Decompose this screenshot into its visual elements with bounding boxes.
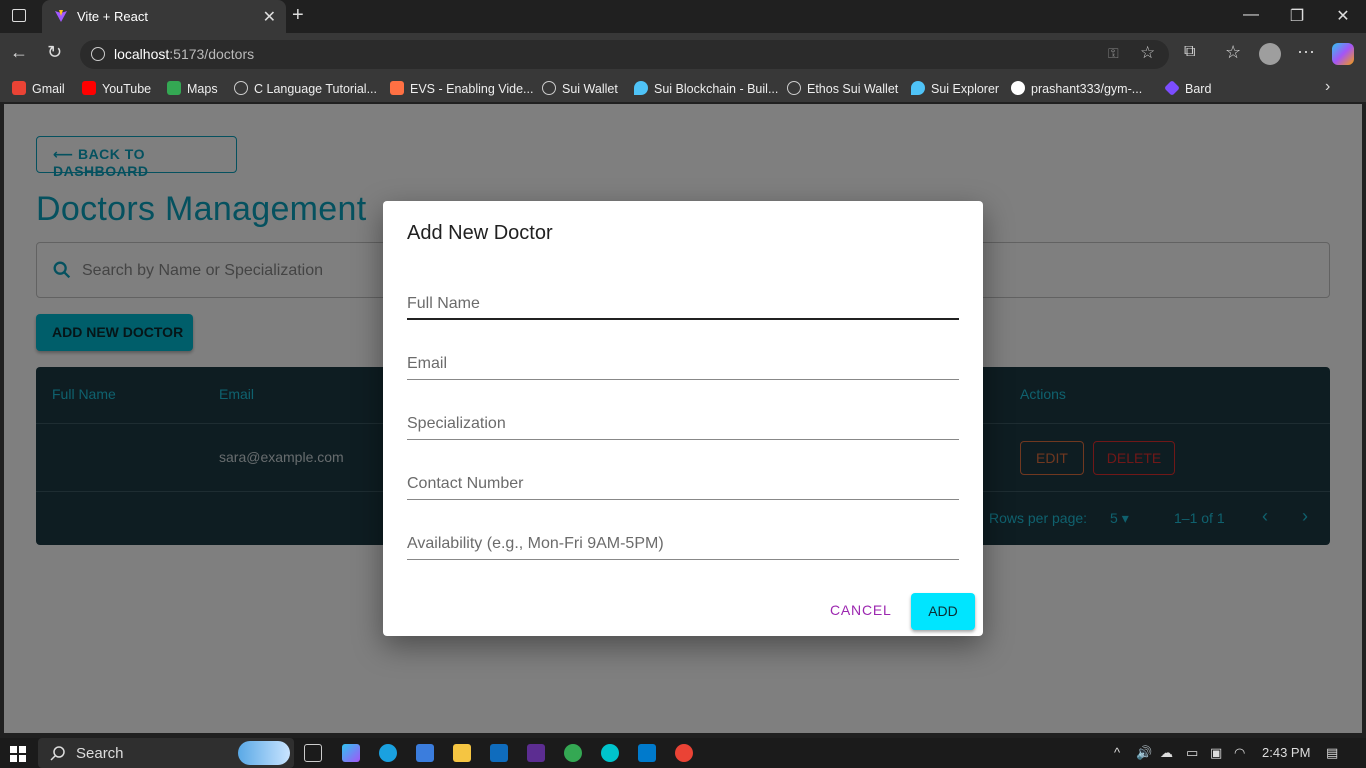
field-label: Contact Number xyxy=(407,475,524,492)
gmail-icon xyxy=(12,81,26,95)
github-icon xyxy=(1011,81,1025,95)
dolphin-image xyxy=(238,741,290,765)
bookmark-label: EVS - Enabling Vide... xyxy=(410,82,534,96)
file-explorer-icon[interactable] xyxy=(453,744,471,762)
back-icon[interactable]: ← xyxy=(10,42,28,63)
extensions-icon[interactable]: ⧉ xyxy=(1184,43,1195,61)
bard-sparkle-icon xyxy=(1164,80,1180,96)
key-icon[interactable]: ⚿ xyxy=(1108,45,1119,62)
more-menu-icon[interactable]: ··· xyxy=(1297,41,1315,62)
copilot-taskbar-icon[interactable] xyxy=(342,744,360,762)
search-icon xyxy=(50,746,65,761)
bookmark-label: Gmail xyxy=(32,82,65,96)
email-field[interactable]: Email xyxy=(407,348,959,380)
bookmarks-bar: Gmail YouTube Maps C Language Tutorial..… xyxy=(0,75,1366,102)
bookmark-label: Sui Wallet xyxy=(562,82,618,96)
bookmark-label: Ethos Sui Wallet xyxy=(807,82,899,96)
chrome-icon[interactable] xyxy=(564,744,582,762)
windows-start-icon[interactable] xyxy=(10,746,26,762)
bookmark-label: C Language Tutorial... xyxy=(254,82,377,96)
chrome-alt-icon[interactable] xyxy=(675,744,693,762)
bookmark-evs[interactable]: EVS - Enabling Vide... xyxy=(390,81,533,96)
profile-avatar[interactable] xyxy=(1259,43,1281,65)
new-tab-icon[interactable]: + xyxy=(292,4,304,27)
add-doctor-dialog: Add New Doctor Full Name Email Specializ… xyxy=(383,201,983,636)
bookmark-sui-wallet[interactable]: Sui Wallet xyxy=(542,81,618,96)
field-label: Email xyxy=(407,355,448,372)
tab-title: Vite + React xyxy=(77,9,148,24)
maps-icon xyxy=(167,81,181,95)
sui-drop-icon xyxy=(911,81,925,95)
dialog-title: Add New Doctor xyxy=(407,222,553,244)
star-icon[interactable]: ☆ xyxy=(1140,43,1155,63)
close-tab-icon[interactable]: ✕ xyxy=(263,7,276,27)
globe-icon xyxy=(234,81,248,95)
site-info-icon[interactable] xyxy=(91,47,105,61)
sui-drop-icon xyxy=(634,81,648,95)
globe-icon xyxy=(542,81,556,95)
bookmark-github[interactable]: prashant333/gym-... xyxy=(1011,81,1142,96)
bookmark-label: Sui Blockchain - Buil... xyxy=(654,82,779,96)
bookmark-c-language[interactable]: C Language Tutorial... xyxy=(234,81,377,96)
bookmark-sui-blockchain[interactable]: Sui Blockchain - Buil... xyxy=(634,81,778,96)
globe-icon xyxy=(787,81,801,95)
bookmark-ethos[interactable]: Ethos Sui Wallet xyxy=(787,81,898,96)
reload-icon[interactable]: ↻ xyxy=(47,42,62,63)
vite-logo-icon xyxy=(55,10,67,22)
tab-actions-icon[interactable] xyxy=(12,9,26,22)
browser-tab[interactable]: Vite + React ✕ xyxy=(42,0,286,33)
bookmark-sui-explorer[interactable]: Sui Explorer xyxy=(911,81,999,96)
field-label: Availability (e.g., Mon-Fri 9AM-5PM) xyxy=(407,535,664,552)
battery-icon[interactable]: ▭ xyxy=(1186,745,1198,761)
taskbar-search-label: Search xyxy=(76,745,124,762)
field-label: Specialization xyxy=(407,415,506,432)
bookmark-maps[interactable]: Maps xyxy=(167,81,218,96)
restore-icon[interactable]: ❐ xyxy=(1287,6,1307,26)
url-path: :5173/doctors xyxy=(169,46,255,62)
close-window-icon[interactable]: ✕ xyxy=(1333,6,1353,26)
volume-icon[interactable]: 🔊 xyxy=(1136,745,1152,761)
youtube-icon xyxy=(82,81,96,95)
field-label: Full Name xyxy=(407,295,480,312)
bookmark-gmail[interactable]: Gmail xyxy=(12,81,65,96)
bookmark-youtube[interactable]: YouTube xyxy=(82,81,151,96)
bookmark-label: prashant333/gym-... xyxy=(1031,82,1143,96)
full-name-field[interactable]: Full Name xyxy=(407,288,959,320)
availability-field[interactable]: Availability (e.g., Mon-Fri 9AM-5PM) xyxy=(407,528,959,560)
vscode-icon[interactable] xyxy=(638,744,656,762)
minimize-icon[interactable]: — xyxy=(1241,6,1261,24)
edge-icon[interactable] xyxy=(379,744,397,762)
canva-icon[interactable] xyxy=(601,744,619,762)
browser-titlebar: Vite + React ✕ + — ❐ ✕ xyxy=(0,0,1366,33)
bookmark-label: Bard xyxy=(1185,82,1212,96)
add-button[interactable]: ADD xyxy=(911,593,975,630)
chevron-up-icon[interactable]: ^ xyxy=(1114,745,1120,760)
bookmark-label: Maps xyxy=(187,82,218,96)
taskbar-search[interactable]: Search xyxy=(38,738,294,768)
clock[interactable]: 2:43 PM xyxy=(1262,745,1310,760)
contact-number-field[interactable]: Contact Number xyxy=(407,468,959,500)
notifications-icon[interactable]: ▤ xyxy=(1326,745,1338,761)
chevron-right-icon[interactable]: › xyxy=(1325,78,1330,96)
favorites-icon[interactable]: ☆ xyxy=(1225,42,1241,63)
bookmark-label: Sui Explorer xyxy=(931,82,1000,96)
visual-studio-icon[interactable] xyxy=(527,744,545,762)
evs-icon xyxy=(390,81,404,95)
task-view-icon[interactable] xyxy=(304,744,322,762)
store-icon[interactable] xyxy=(416,744,434,762)
cancel-button[interactable]: CANCEL xyxy=(830,602,892,618)
wifi-icon[interactable]: ◠ xyxy=(1234,745,1245,761)
cloud-icon[interactable]: ☁ xyxy=(1160,745,1173,761)
bookmark-label: YouTube xyxy=(102,82,152,96)
address-bar[interactable]: localhost:5173/doctors ⚿ ☆ xyxy=(80,40,1169,69)
specialization-field[interactable]: Specialization xyxy=(407,408,959,440)
outlook-icon[interactable] xyxy=(490,744,508,762)
monitor-icon[interactable]: ▣ xyxy=(1210,745,1222,761)
url-host: localhost xyxy=(114,46,170,62)
bookmark-bard[interactable]: Bard xyxy=(1164,80,1212,96)
page-viewport: ⟵ BACK TO DASHBOARD Doctors Management S… xyxy=(4,104,1362,733)
copilot-icon[interactable] xyxy=(1332,43,1354,65)
